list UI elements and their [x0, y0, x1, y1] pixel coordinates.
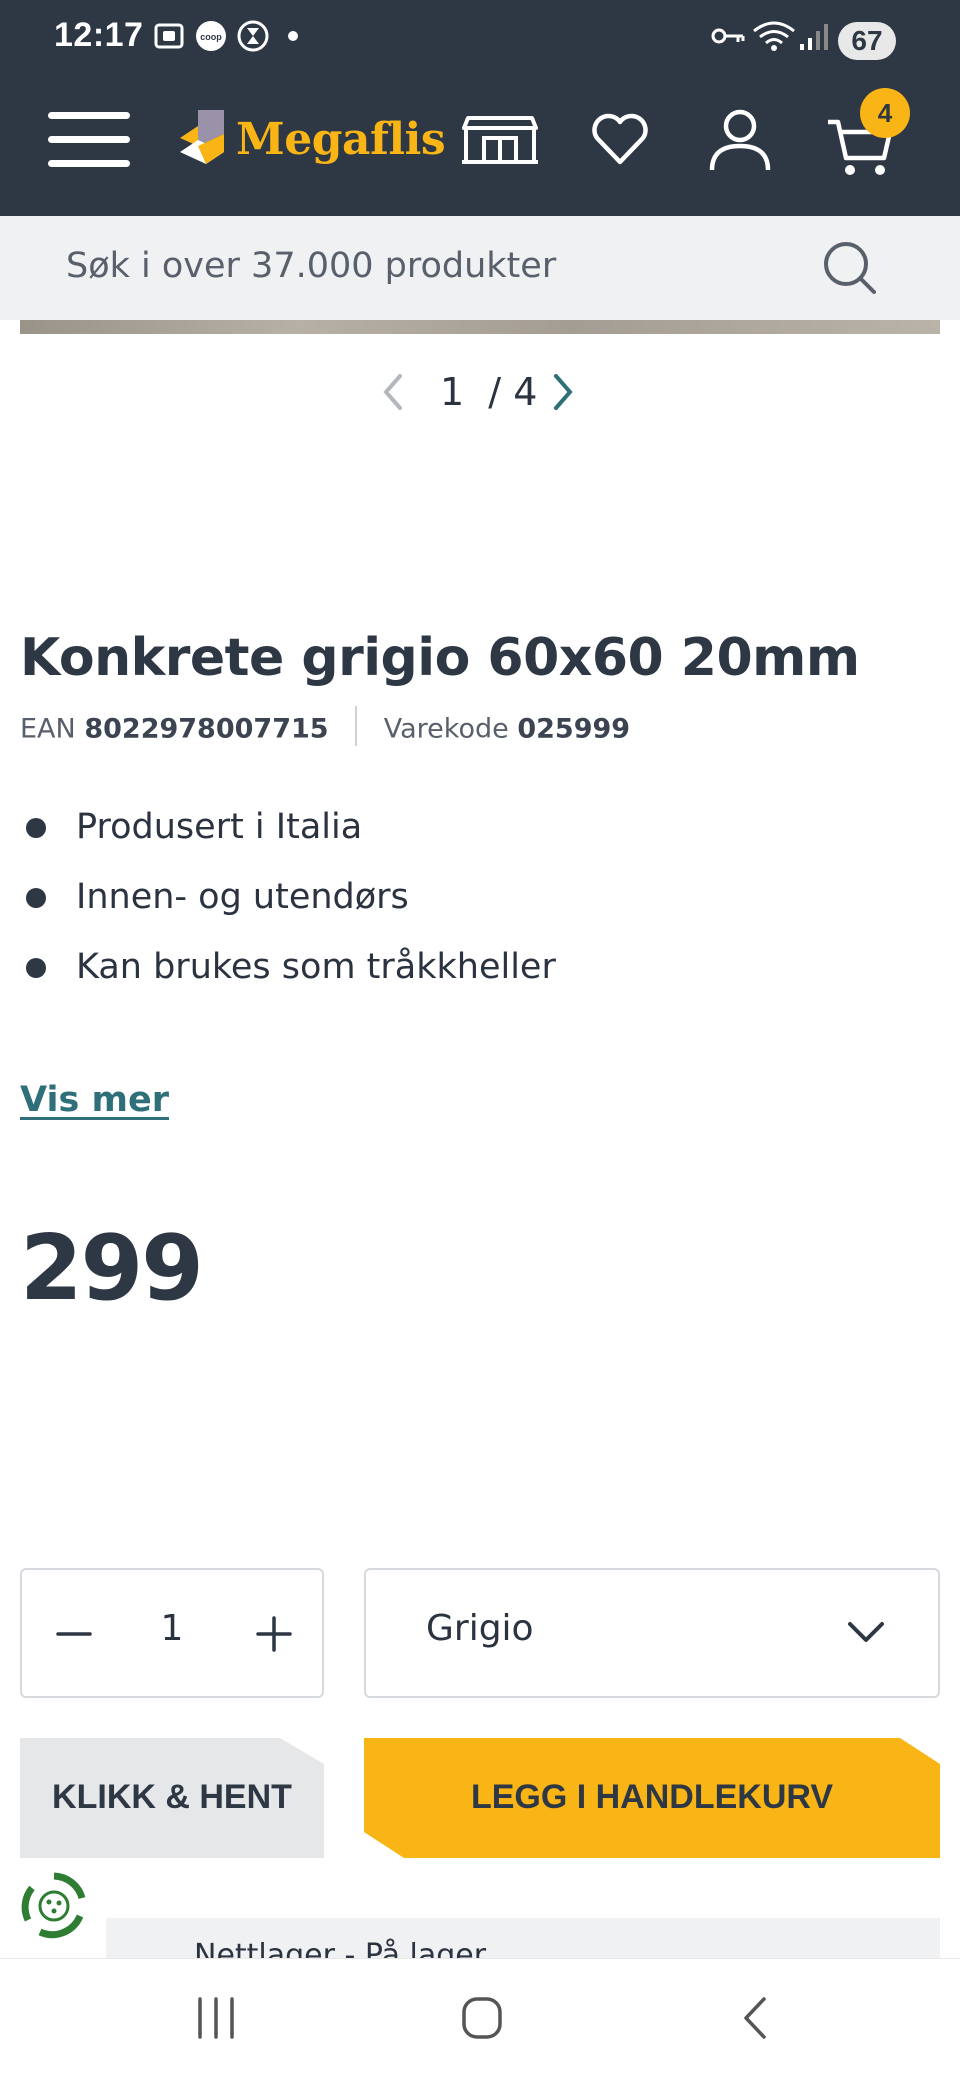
key-icon [711, 28, 745, 44]
dot-icon [288, 31, 298, 41]
code-label: Varekode [383, 713, 509, 745]
feature-item: Kan brukes som tråkkheller [20, 940, 556, 1010]
click-and-collect-button[interactable]: KLIKK & HENT [20, 1738, 324, 1858]
variant-select[interactable]: Grigio [364, 1568, 940, 1698]
meta-divider [355, 706, 358, 746]
back-icon[interactable] [738, 1993, 774, 2043]
home-icon[interactable] [460, 1993, 504, 2043]
search-input[interactable]: Søk i over 37.000 produkter [66, 246, 556, 286]
feature-item: Innen- og utendørs [20, 870, 556, 940]
feature-item: Produsert i Italia [20, 800, 556, 870]
recycle-icon[interactable] [18, 1870, 90, 1942]
show-more-link[interactable]: Vis mer [20, 1080, 169, 1120]
add-to-cart-button[interactable]: LEGG I HANDLEKURV [364, 1738, 940, 1858]
variant-value: Grigio [426, 1608, 534, 1649]
coop-icon: coop [196, 21, 226, 51]
ean-label: EAN [20, 713, 76, 745]
store-icon[interactable] [460, 114, 540, 166]
pager-position: 1 / 4 [440, 370, 537, 414]
stock-panel: Nettlager - På lager [106, 1918, 940, 1958]
wifi-icon [753, 21, 795, 51]
hourglass-icon [237, 20, 269, 52]
signal-icon [800, 24, 828, 50]
svg-text:coop: coop [200, 32, 222, 42]
battery-indicator: 67 [838, 22, 896, 60]
search-icon[interactable] [820, 238, 880, 298]
search-bar[interactable]: Søk i over 37.000 produkter [0, 216, 960, 320]
plus-icon[interactable] [246, 1606, 302, 1662]
cart-count-badge[interactable]: 4 [860, 88, 910, 138]
gallery-pager: 1 / 4 [380, 362, 580, 422]
pager-current: 1 [440, 370, 465, 414]
heart-icon[interactable] [590, 112, 650, 166]
feature-list: Produsert i Italia Innen- og utendørs Ka… [20, 800, 556, 1010]
add-to-cart-label: LEGG I HANDLEKURV [470, 1778, 834, 1816]
stock-status: Nettlager - På lager [194, 1938, 487, 1958]
product-title: Konkrete grigio 60x60 20mm [20, 628, 860, 688]
ean-value: 8022978007715 [84, 713, 329, 745]
brand-name[interactable]: Megaflis [236, 114, 446, 165]
status-time: 12:17 [54, 16, 144, 54]
user-icon[interactable] [708, 108, 772, 172]
screenshot-icon [154, 23, 184, 49]
pager-separator: / [488, 370, 502, 414]
product-image[interactable] [20, 320, 940, 334]
recent-apps-icon[interactable] [194, 1993, 238, 2043]
status-bar: 12:17 coop 67 [0, 0, 960, 64]
chevron-right-icon[interactable] [550, 372, 576, 412]
chevron-left-icon[interactable] [380, 372, 406, 412]
site-header: Megaflis 4 [0, 64, 960, 216]
megaflis-logo-icon[interactable] [178, 108, 234, 168]
system-nav-bar [0, 1958, 960, 2080]
menu-icon[interactable] [46, 108, 132, 172]
code-value: 025999 [517, 713, 631, 745]
pager-total: 4 [513, 370, 538, 414]
chevron-down-icon [848, 1622, 884, 1642]
product-meta: EAN 8022978007715 Varekode 025999 [20, 706, 631, 746]
click-and-collect-label: KLIKK & HENT [52, 1778, 292, 1816]
quantity-stepper: 1 [20, 1568, 324, 1698]
product-price: 299 [20, 1216, 204, 1321]
